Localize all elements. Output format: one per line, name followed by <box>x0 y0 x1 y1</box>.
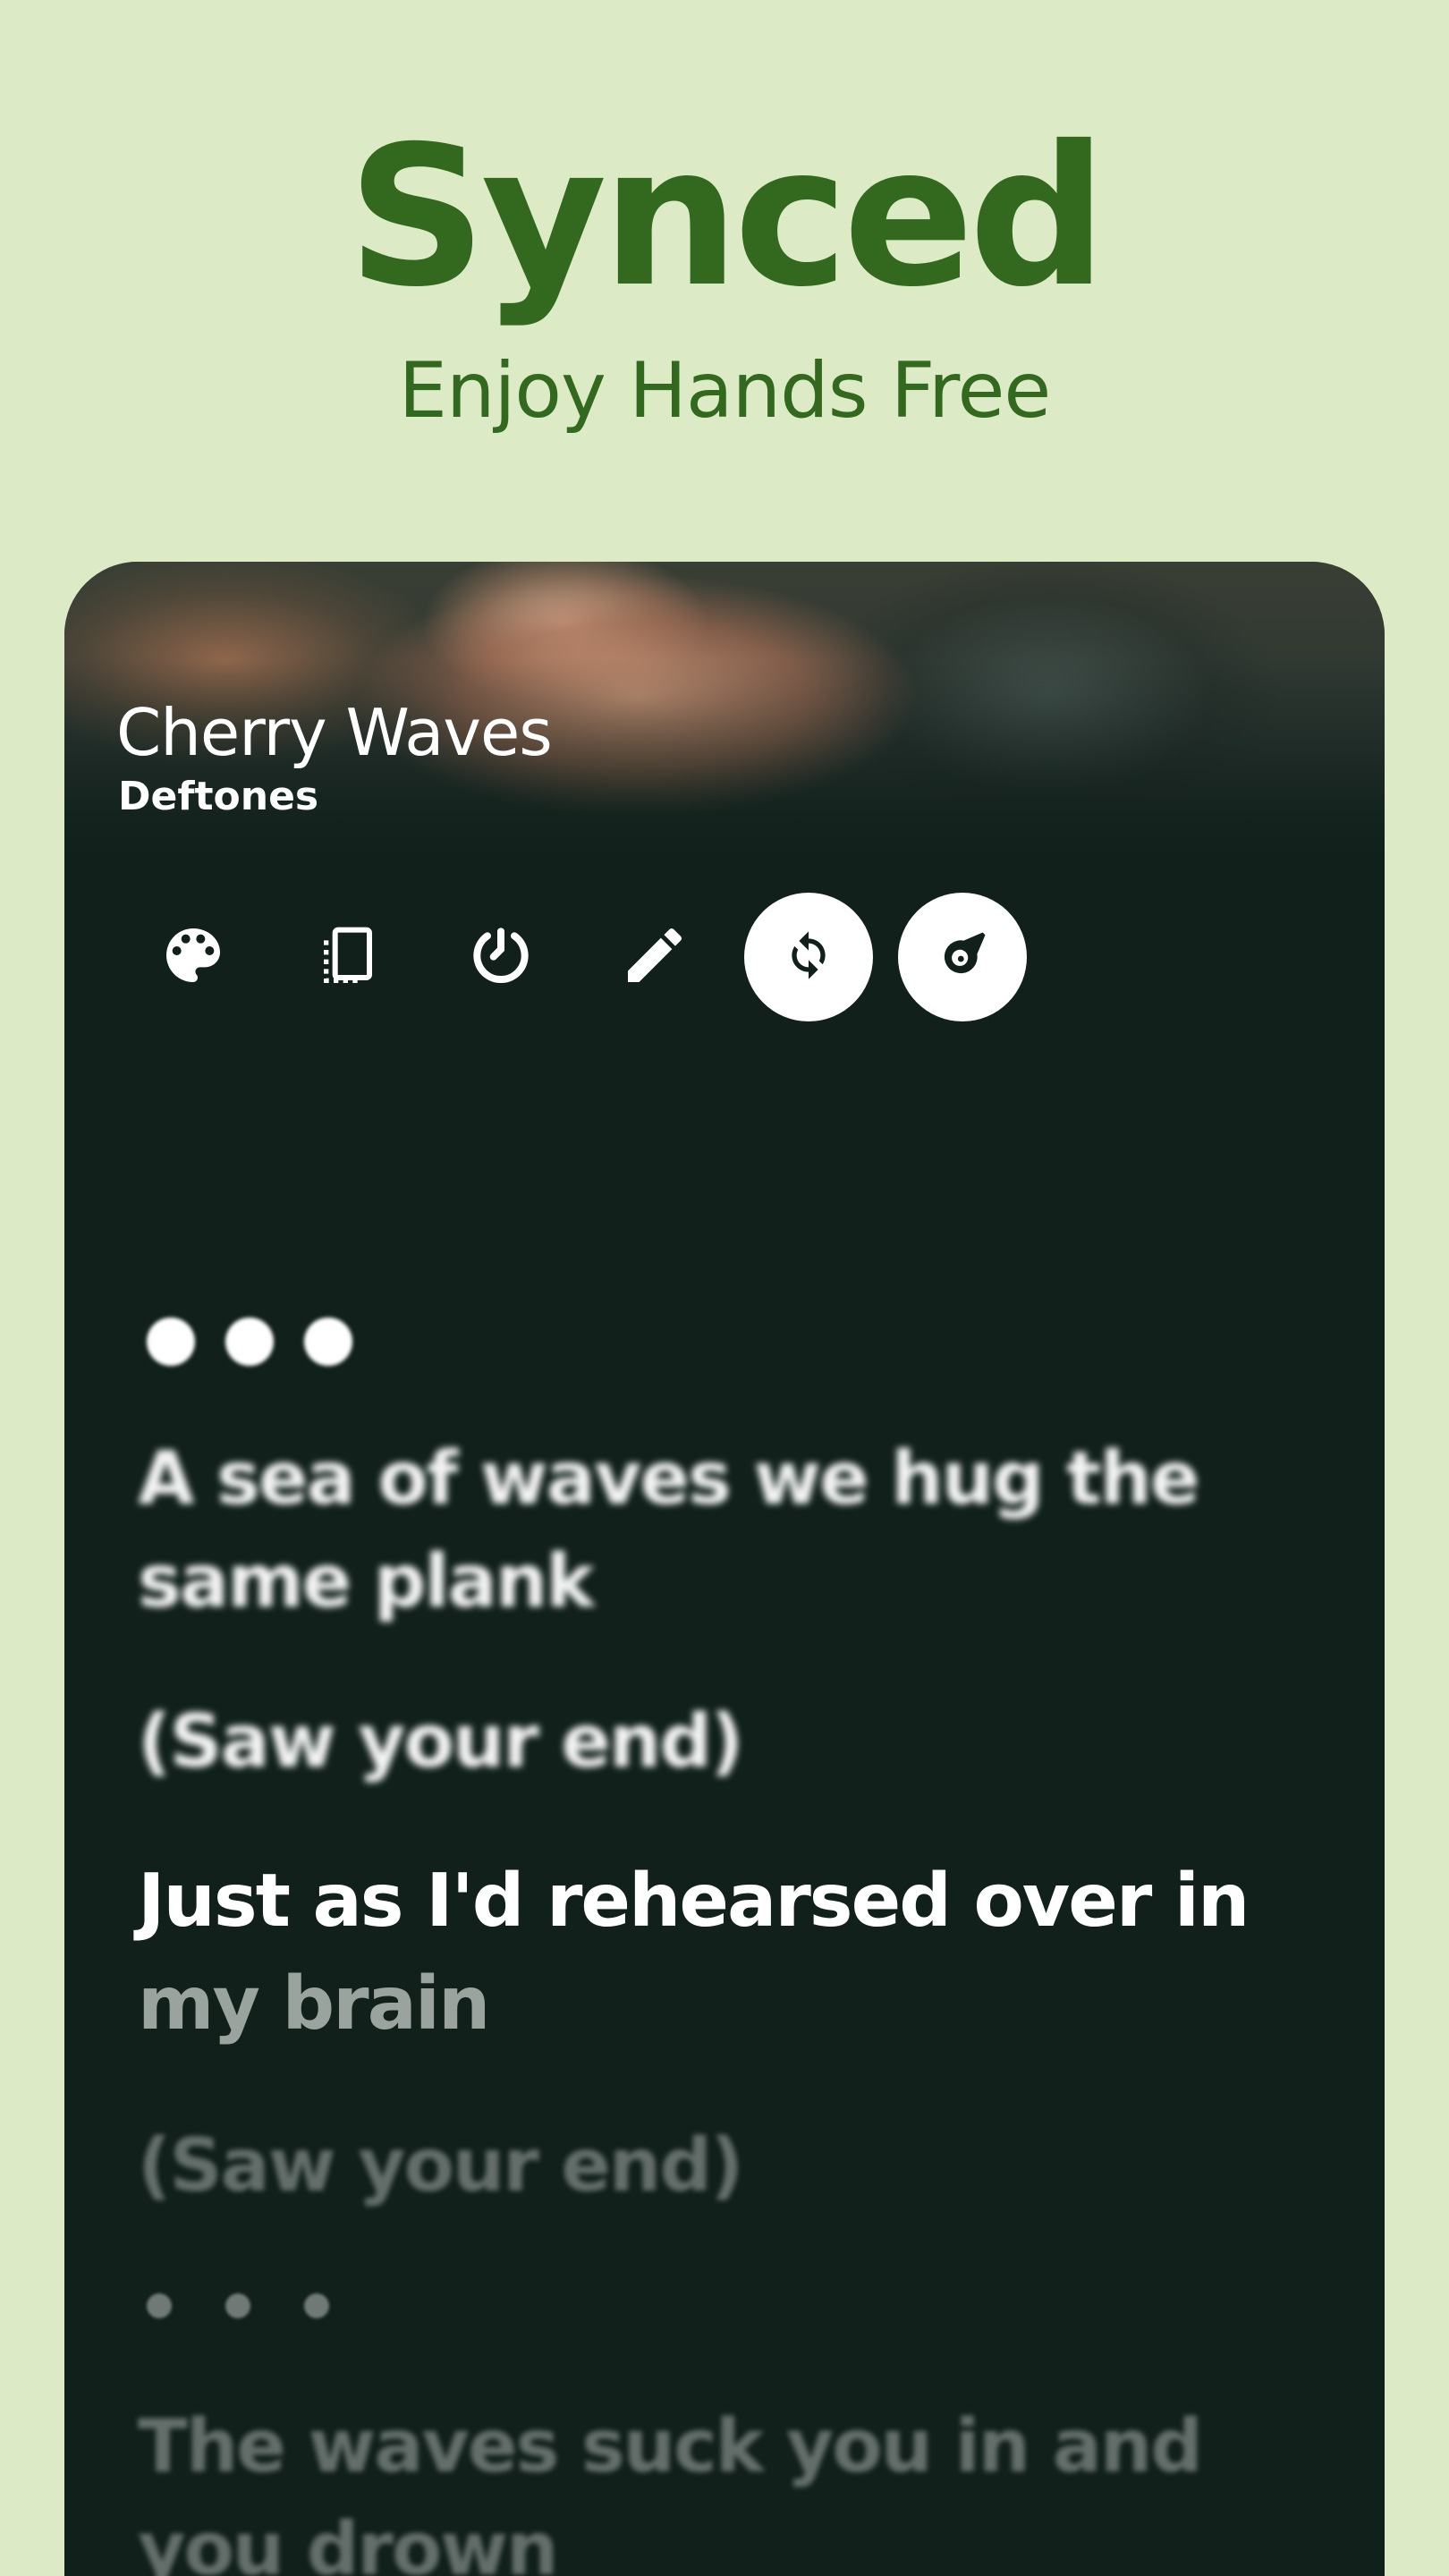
dot-icon <box>225 1318 274 1366</box>
lyrics-view[interactable]: A sea of waves we hug the same plank (Sa… <box>64 562 1385 2576</box>
current-lyric-line[interactable]: Just as I'd rehearsed over in my brain <box>138 1850 1318 2055</box>
interlude-dots <box>147 1315 383 1368</box>
lyric-line[interactable]: A sea of waves we hug the same plank <box>138 1428 1318 1633</box>
interlude-dots-small <box>147 2279 383 2333</box>
sung-lyric-text: Just as I'd rehearsed over in <box>138 1859 1250 1944</box>
song-title: Cherry Waves <box>116 695 553 770</box>
lyric-line[interactable]: (Saw your end) <box>138 2114 1318 2217</box>
dot-icon <box>304 2293 329 2318</box>
dot-icon <box>147 1318 195 1366</box>
dot-icon <box>147 2293 172 2318</box>
lyric-line[interactable]: The waves suck you in and you drown <box>138 2395 1318 2576</box>
screenshot-page: Synced Enjoy Hands Free Cherry Waves Def… <box>0 0 1449 2576</box>
song-artist: Deftones <box>118 774 319 819</box>
dot-icon <box>225 2293 250 2318</box>
dot-icon <box>304 1318 352 1366</box>
upcoming-lyric-text: my brain <box>138 1962 490 2046</box>
lyrics-card: Cherry Waves Deftones A sea of waves we … <box>64 562 1385 2576</box>
hero-title: Synced <box>347 105 1106 329</box>
hero-subtitle: Enjoy Hands Free <box>398 346 1052 436</box>
lyric-line[interactable]: (Saw your end) <box>138 1690 1318 1793</box>
